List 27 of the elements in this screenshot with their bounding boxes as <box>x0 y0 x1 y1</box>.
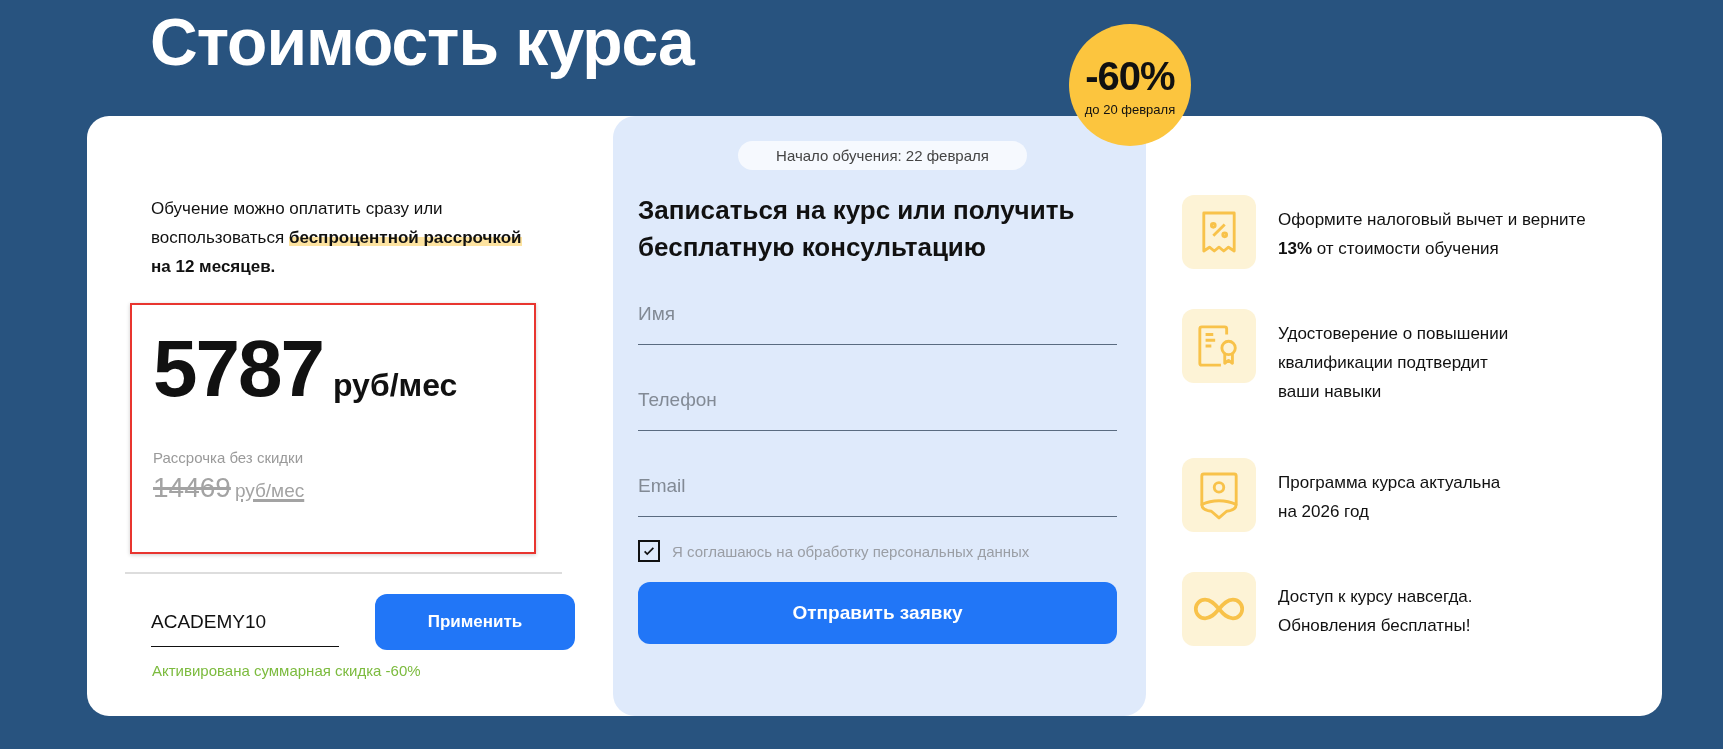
benefit-text: Оформите налоговый вычет и верните 13% от стоимости обучения <box>1278 209 1586 260</box>
payment-description: Обучение можно оплатить сразу или воспользоваться беспроцентной рассрочкой на 12 месяцев. <box>151 198 523 278</box>
infinity-icon <box>1192 596 1246 622</box>
consent-label: Я соглашаюсь на обработку персональных данных <box>672 542 1030 560</box>
discount-value: -60% <box>1085 53 1175 98</box>
apply-button[interactable]: Применить <box>375 594 575 650</box>
benefit-text: Доступ к курсу навсегда. Обновления бесплатны! <box>1278 586 1473 637</box>
price: 5787 <box>153 323 323 415</box>
benefit-text: Программа курса актуальна на 2026 год <box>1278 472 1501 523</box>
benefit-text: Удостоверение о повышении квалификации подтвердит ваши навыки <box>1278 323 1509 403</box>
submit-button[interactable]: Отправить заявку <box>638 582 1117 644</box>
text-field[interactable]: Телефон <box>638 370 1117 431</box>
receipt-percent-icon <box>1200 209 1238 255</box>
form-heading: Записаться на курс или получить бесплатную консультацию <box>638 194 1076 264</box>
section-title: Стоимость курса <box>150 4 694 80</box>
price-unit: руб/мес <box>332 367 458 404</box>
promo-status: Активирована суммарная скидка -60% <box>152 662 422 679</box>
promo-code-field[interactable]: ACADEMY10 <box>151 597 339 647</box>
text-field[interactable]: Email <box>638 456 1117 517</box>
start-date-pill: Начало обучения: 22 февраля <box>738 141 1027 170</box>
old-price-unit: руб/мес <box>234 480 305 502</box>
text-field[interactable]: Имя <box>638 284 1117 345</box>
old-price-label: Рассрочка без скидки <box>153 449 305 466</box>
discount-deadline: до 20 февраля <box>1084 101 1176 117</box>
profile-badge-icon <box>1198 470 1240 520</box>
consent-checkbox[interactable] <box>638 540 660 562</box>
old-price: 14469 <box>153 472 231 504</box>
